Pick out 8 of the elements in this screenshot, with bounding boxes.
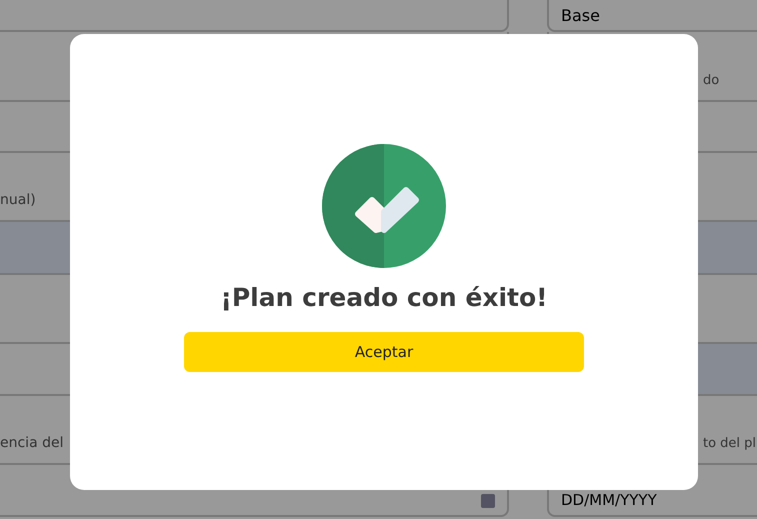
field-label: encia del [0, 435, 64, 451]
check-circle-icon [322, 144, 446, 268]
field-label: nual) [0, 192, 36, 208]
accept-button[interactable]: Aceptar [184, 332, 584, 372]
dialog-title: ¡Plan creado con éxito! [220, 282, 548, 314]
field-label: do [703, 73, 720, 88]
field-label: to del pl [703, 436, 756, 451]
input-field[interactable]: Base [547, 0, 757, 32]
